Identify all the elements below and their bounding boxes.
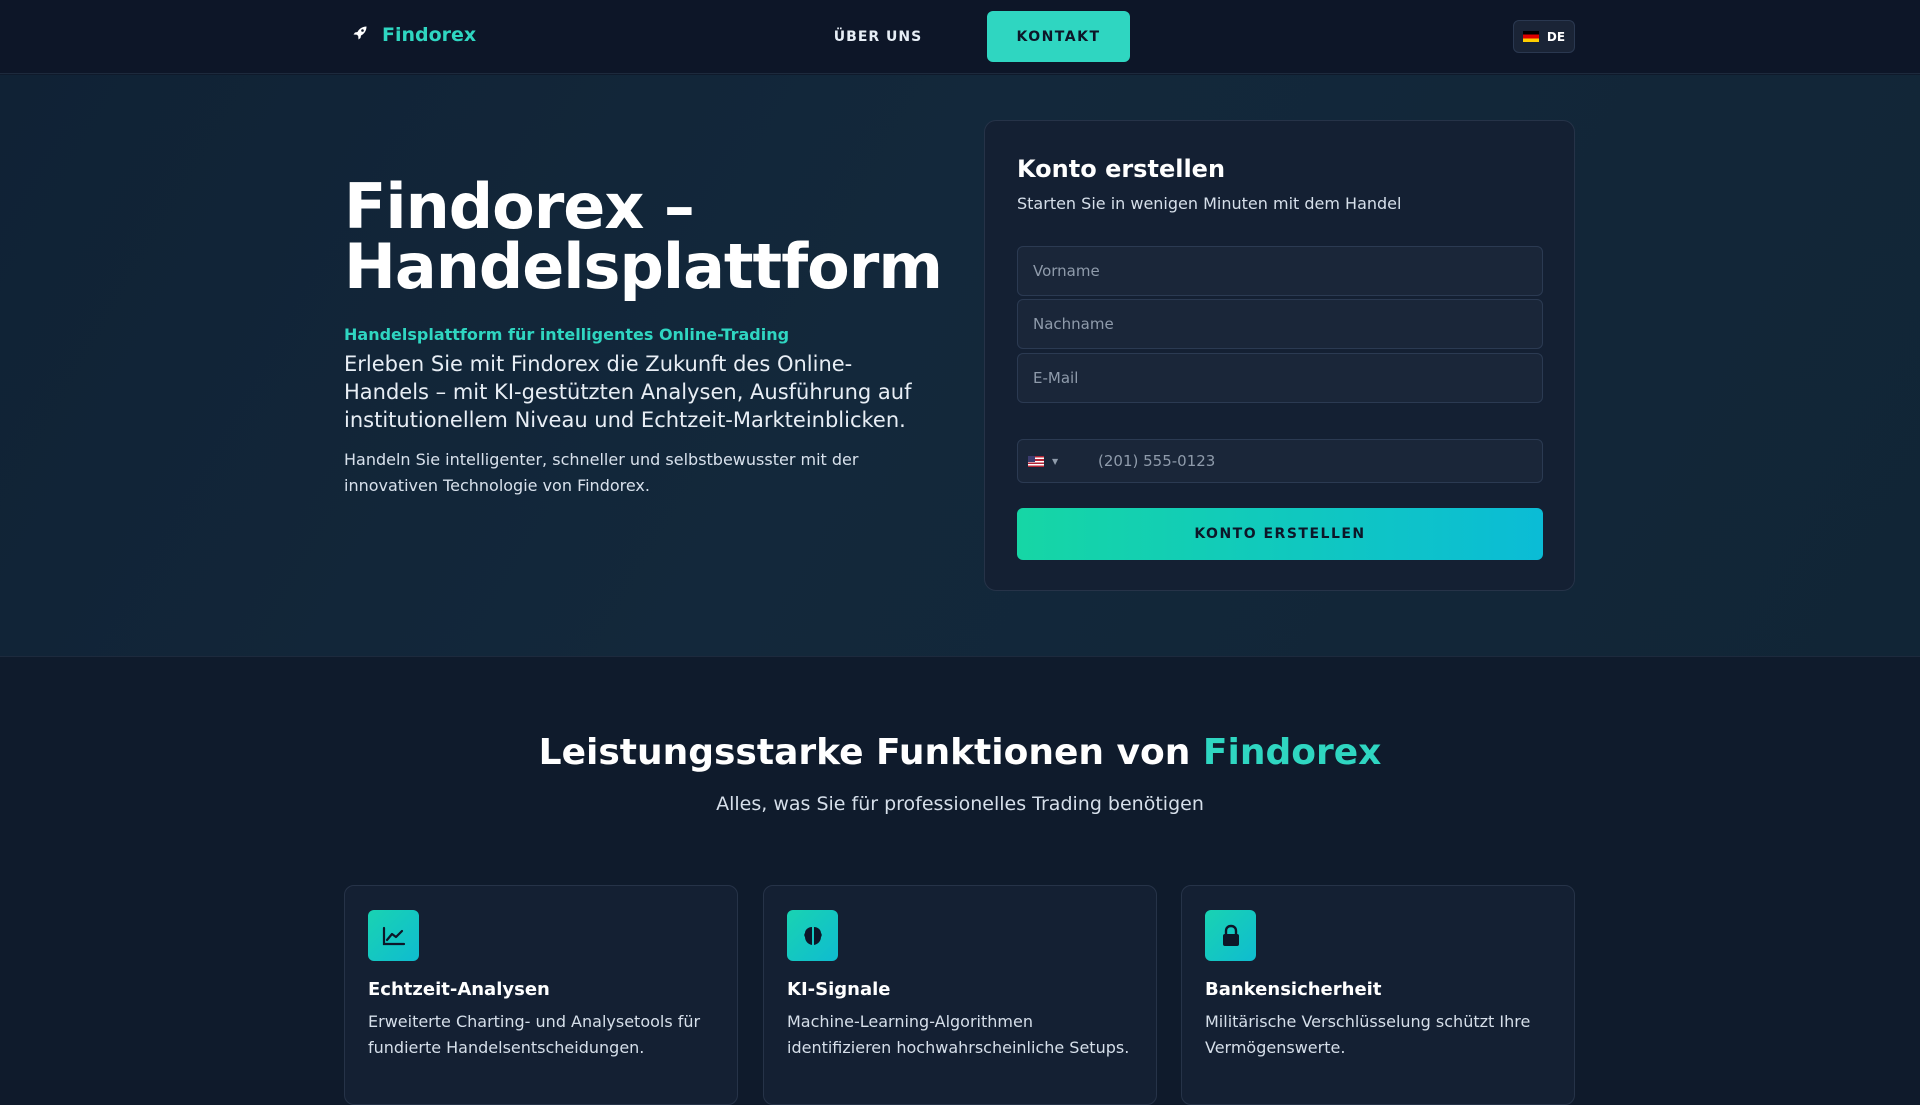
hero-tagline: Handelsplattform für intelligentes Onlin… [344,325,790,344]
chevron-down-icon: ▼ [1052,456,1059,466]
feature-title: Bankensicherheit [1205,979,1382,1000]
email-field[interactable] [1017,353,1543,403]
brand-name: Findorex [382,24,477,46]
phone-field: ▼ [1017,439,1543,483]
feature-title: Echtzeit-Analysen [368,979,550,1000]
features-section: Leistungsstarke Funktionen von Findorex … [0,657,1920,1105]
form-subtitle: Starten Sie in wenigen Minuten mit dem H… [1017,194,1402,213]
country-code-select[interactable]: ▼ [1018,440,1080,482]
us-flag-icon [1028,455,1044,467]
rocket-icon [352,25,368,45]
features-title: Leistungsstarke Funktionen von Findorex [0,732,1920,773]
hero-title: Findorex – Handelsplattform [344,170,943,303]
feature-text: Erweiterte Charting- und Analysetools fü… [368,1012,701,1057]
chart-line-icon [368,910,419,961]
signup-form: Konto erstellen Starten Sie in wenigen M… [984,120,1575,591]
lock-icon [1205,910,1256,961]
phone-input[interactable] [1080,439,1542,483]
last-name-field[interactable] [1017,299,1543,349]
create-account-button[interactable]: KONTO ERSTELLEN [1017,508,1543,560]
feature-text: Militärische Verschlüsselung schützt Ihr… [1205,1012,1531,1057]
first-name-field[interactable] [1017,246,1543,296]
nav-contact-button[interactable]: KONTAKT [987,11,1130,62]
feature-text: Machine-Learning-Algorithmen identifizie… [787,1012,1130,1057]
language-selector[interactable]: DE [1513,20,1575,53]
hero-section: Findorex – Handelsplattform Handelsplatt… [0,75,1920,657]
features-title-prefix: Leistungsstarke Funktionen von [538,732,1203,773]
feature-card: Bankensicherheit Militärische Verschlüss… [1181,885,1575,1105]
hero-lead: Erleben Sie mit Findorex die Zukunft des… [344,352,912,432]
hero-description: Handeln Sie intelligenter, schneller und… [344,450,859,495]
language-code: DE [1546,29,1566,44]
site-header: Findorex ÜBER UNS KONTAKT DE [0,0,1920,74]
form-title: Konto erstellen [1017,155,1226,183]
features-title-accent: Findorex [1202,732,1382,773]
feature-card: Echtzeit-Analysen Erweiterte Charting- u… [344,885,738,1105]
feature-card: KI-Signale Machine-Learning-Algorithmen … [763,885,1157,1105]
brand-logo[interactable]: Findorex [352,24,476,46]
features-subtitle: Alles, was Sie für professionelles Tradi… [716,793,1204,815]
nav-about-us[interactable]: ÜBER UNS [826,11,930,62]
germany-flag-icon [1522,31,1539,42]
feature-title: KI-Signale [787,979,891,1000]
brain-icon [787,910,838,961]
